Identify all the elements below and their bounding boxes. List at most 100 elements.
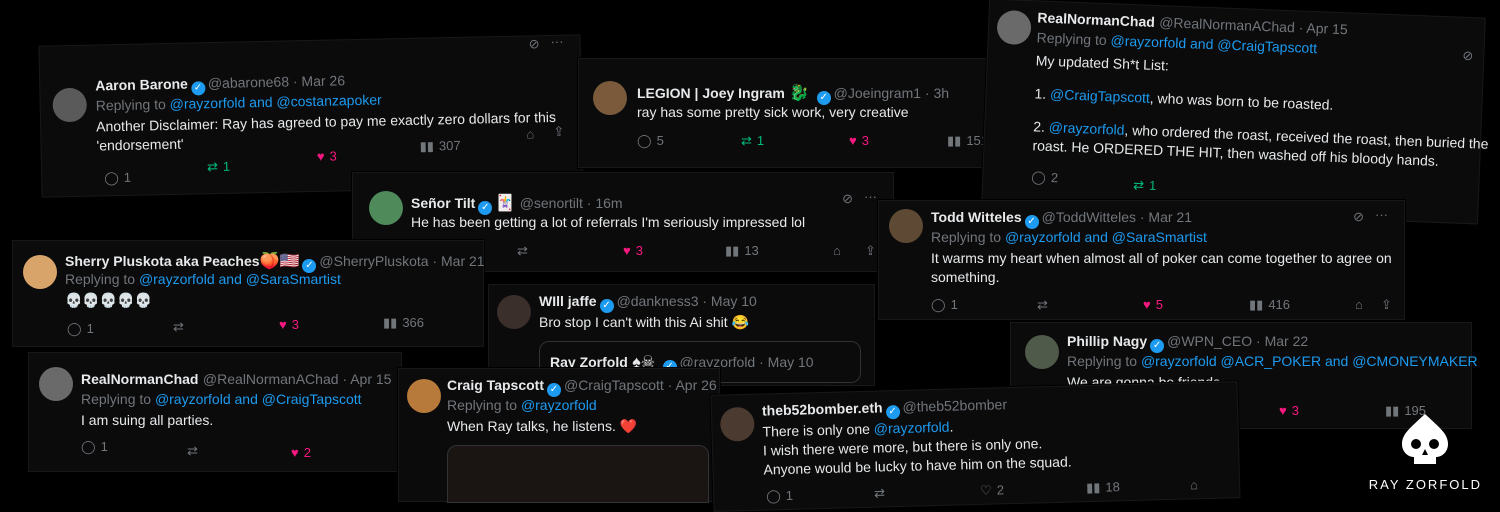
like-button[interactable]: ♥ 3 bbox=[1279, 403, 1299, 418]
tweet-card-norman-top[interactable]: RealNormanChad @RealNormanAChad · Apr 15… bbox=[981, 0, 1489, 225]
avatar[interactable] bbox=[52, 87, 88, 123]
avatar[interactable] bbox=[369, 191, 403, 225]
retweet-button[interactable]: ⇄ bbox=[187, 443, 203, 459]
avatar[interactable] bbox=[23, 255, 57, 289]
author-handle[interactable]: @dankness3 · May 10 bbox=[617, 293, 757, 309]
tweet-card-sherry[interactable]: Sherry Pluskota aka Peaches🍑🇺🇸 ✓ @SherryPl… bbox=[12, 240, 485, 347]
share-icon[interactable]: ⇪ bbox=[865, 243, 876, 259]
like-button[interactable]: ♥ 3 bbox=[849, 133, 869, 148]
author-name[interactable]: RealNormanChad bbox=[81, 371, 198, 387]
bar-chart-icon: ▮▮ bbox=[1249, 297, 1264, 312]
author-name[interactable]: Phillip Nagy bbox=[1067, 333, 1147, 349]
reply-button[interactable]: ◯1 bbox=[766, 488, 793, 505]
mention-link[interactable]: @rayzorfold and @SaraSmartist bbox=[139, 271, 341, 287]
mention-link[interactable]: @rayzorfold bbox=[521, 397, 597, 413]
avatar[interactable] bbox=[996, 9, 1032, 46]
replying-label: Replying to bbox=[95, 96, 166, 114]
grok-icon[interactable]: ⊘ bbox=[842, 191, 853, 207]
retweet-button[interactable]: ⇄ bbox=[517, 243, 533, 259]
avatar[interactable] bbox=[1025, 335, 1059, 369]
bookmark-icon[interactable]: ⌂ bbox=[526, 126, 534, 141]
author-emoji: 🍑🇺🇸 bbox=[259, 253, 300, 270]
verified-icon: ✓ bbox=[599, 299, 614, 313]
like-button[interactable]: ♥ 3 bbox=[317, 148, 337, 163]
media-preview[interactable] bbox=[447, 445, 709, 503]
retweet-button[interactable]: ⇄ bbox=[1037, 297, 1053, 313]
mention-link[interactable]: @rayzorfold @ACR_POKER and @CMONEYMAKER bbox=[1141, 353, 1478, 369]
retweet-button[interactable]: ⇄ bbox=[874, 485, 890, 501]
bookmark-icon[interactable]: ⌂ bbox=[1190, 477, 1198, 492]
mention-link[interactable]: @rayzorfold and @CraigTapscott bbox=[155, 391, 362, 407]
like-button[interactable]: ♥ 5 bbox=[1143, 297, 1163, 312]
views-button[interactable]: ▮▮ 151 bbox=[947, 133, 988, 149]
views-button[interactable]: ▮▮ 13 bbox=[725, 243, 759, 259]
author-name[interactable]: Señor Tilt bbox=[411, 195, 475, 211]
author-handle[interactable]: @senortilt · 16m bbox=[520, 195, 623, 211]
share-icon[interactable]: ⇪ bbox=[553, 124, 564, 140]
reply-icon: ◯ bbox=[637, 133, 652, 148]
like-button[interactable]: ♥ 3 bbox=[623, 243, 643, 258]
like-button[interactable]: ♥ 3 bbox=[279, 317, 299, 332]
views-button[interactable]: ▮▮ 416 bbox=[1249, 297, 1290, 313]
avatar[interactable] bbox=[593, 81, 627, 115]
more-icon[interactable]: ··· bbox=[550, 34, 563, 49]
reply-icon: ◯ bbox=[67, 321, 82, 336]
reply-button[interactable]: ◯1 bbox=[67, 321, 94, 337]
author-handle[interactable]: @ToddWitteles · Mar 21 bbox=[1042, 209, 1192, 225]
author-name[interactable]: LEGION | Joey Ingram bbox=[637, 85, 785, 101]
avatar[interactable] bbox=[39, 367, 73, 401]
author-name[interactable]: Sherry Pluskota aka Peaches bbox=[65, 253, 260, 269]
avatar[interactable] bbox=[719, 406, 755, 442]
retweet-icon: ⇄ bbox=[1132, 177, 1145, 193]
retweet-button[interactable]: ⇄1 bbox=[1133, 177, 1157, 194]
more-icon[interactable]: ··· bbox=[1375, 207, 1388, 222]
retweet-icon: ⇄ bbox=[741, 133, 752, 148]
retweet-button[interactable]: ⇄ bbox=[173, 319, 189, 335]
retweet-button[interactable]: ⇄1 bbox=[207, 159, 230, 175]
like-button[interactable]: ♥ 2 bbox=[291, 445, 311, 460]
avatar[interactable] bbox=[407, 379, 441, 413]
views-button[interactable]: ▮▮ 307 bbox=[419, 138, 460, 155]
author-handle[interactable]: @RealNormanAChad · Apr 15 bbox=[203, 371, 392, 387]
tweet-card-norman-bottom[interactable]: RealNormanChad @RealNormanAChad · Apr 15… bbox=[28, 352, 402, 472]
author-handle[interactable]: @CraigTapscott · Apr 26 bbox=[564, 377, 717, 393]
reply-button[interactable]: ◯1 bbox=[931, 297, 958, 313]
reply-button[interactable]: ◯1 bbox=[81, 439, 108, 455]
author-name[interactable]: RealNormanChad bbox=[1037, 9, 1155, 29]
grok-icon[interactable]: ⊘ bbox=[528, 36, 539, 52]
tweet-card-legion[interactable]: LEGION | Joey Ingram 🐉 ✓ @Joeingram1 · 3h… bbox=[578, 58, 1010, 168]
reply-button[interactable]: ◯ 5 bbox=[637, 133, 664, 149]
bookmark-icon[interactable]: ⌂ bbox=[833, 243, 841, 258]
more-icon[interactable]: ··· bbox=[864, 189, 877, 204]
author-name[interactable]: Craig Tapscott bbox=[447, 377, 544, 393]
retweet-button[interactable]: ⇄1 bbox=[741, 133, 764, 149]
mention-link[interactable]: @rayzorfold and @SaraSmartist bbox=[1005, 229, 1207, 245]
like-button[interactable]: ♡ 2 bbox=[980, 482, 1004, 499]
reply-button[interactable]: ◯1 bbox=[104, 170, 131, 187]
author-handle[interactable]: @RealNormanAChad · Apr 15 bbox=[1159, 14, 1348, 37]
author-handle[interactable]: @abarone68 · Mar 26 bbox=[208, 72, 345, 91]
tweet-card-theb52[interactable]: theb52bomber.eth ✓ @theb52bomber There is … bbox=[710, 381, 1241, 512]
author-handle[interactable]: @Joeingram1 · 3h bbox=[834, 85, 949, 101]
grok-icon[interactable]: ⊘ bbox=[1462, 48, 1473, 64]
tweet-card-craig[interactable]: Craig Tapscott ✓ @CraigTapscott · Apr 26 R… bbox=[398, 368, 720, 503]
avatar[interactable] bbox=[497, 295, 531, 329]
author-name[interactable]: Aaron Barone bbox=[95, 76, 188, 94]
views-button[interactable]: ▮▮ 366 bbox=[383, 315, 424, 331]
author-name[interactable]: Todd Witteles bbox=[931, 209, 1022, 225]
author-handle[interactable]: @WPN_CEO · Mar 22 bbox=[1167, 333, 1308, 349]
views-button[interactable]: ▮▮ 18 bbox=[1086, 479, 1120, 496]
grok-icon[interactable]: ⊘ bbox=[1353, 209, 1364, 225]
author-name[interactable]: WIll jaffe bbox=[539, 293, 597, 309]
tweet-text: When Ray talks, he listens. ❤️ bbox=[447, 418, 638, 434]
share-icon[interactable]: ⇪ bbox=[1381, 297, 1392, 313]
author-name[interactable]: theb52bomber.eth bbox=[762, 399, 883, 418]
mention-link[interactable]: @rayzorfold and @costanzapoker bbox=[169, 92, 381, 112]
bookmark-icon[interactable]: ⌂ bbox=[1355, 297, 1363, 312]
author-handle[interactable]: @theb52bomber bbox=[902, 396, 1007, 415]
replying-label: Replying to bbox=[1067, 353, 1138, 369]
author-handle[interactable]: @SherryPluskota · Mar 21 bbox=[319, 253, 484, 269]
avatar[interactable] bbox=[889, 209, 923, 243]
tweet-card-todd[interactable]: Todd Witteles ✓ @ToddWitteles · Mar 21 ⊘ ·… bbox=[878, 200, 1405, 320]
reply-button[interactable]: ◯ 2 bbox=[1031, 169, 1058, 186]
